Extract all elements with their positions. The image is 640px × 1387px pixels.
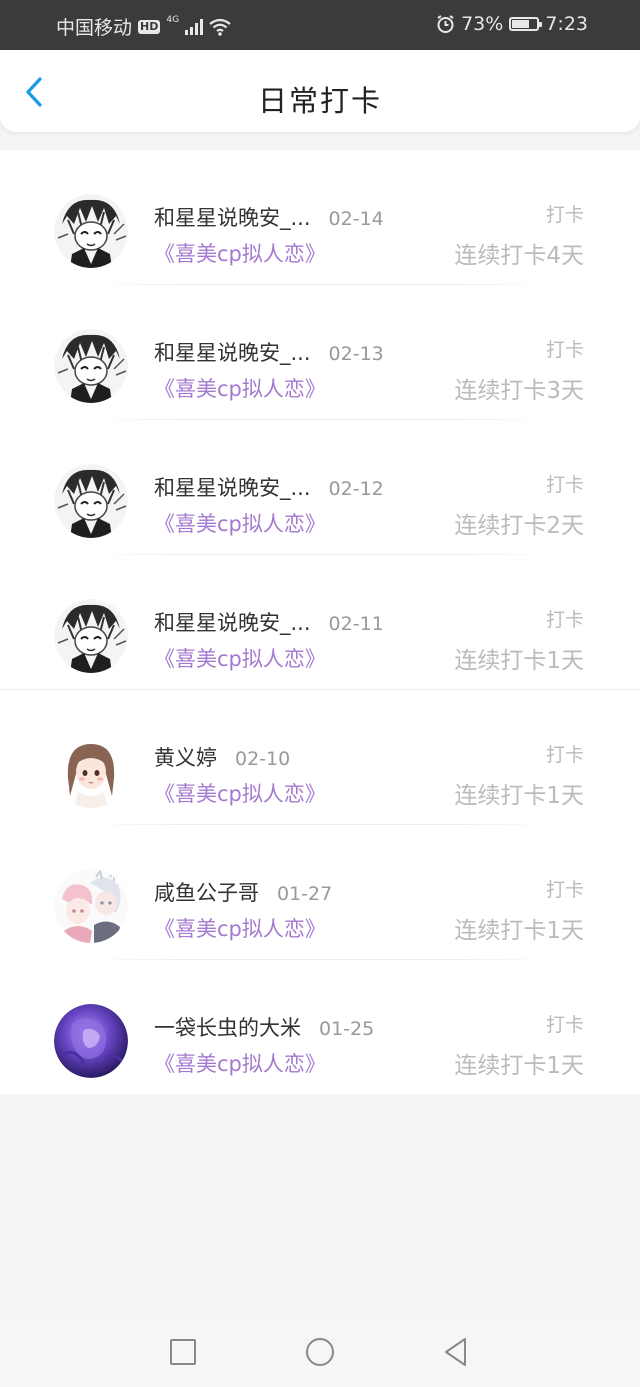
- checkin-date: 02-14: [328, 208, 384, 230]
- system-back-button[interactable]: [440, 1336, 472, 1368]
- user-avatar[interactable]: [54, 599, 128, 673]
- name-line: 和星星说晚安_... 02-12: [154, 472, 384, 502]
- status-right: 73% 7:23: [436, 13, 588, 35]
- system-nav-bar: [0, 1316, 640, 1387]
- back-triangle-icon: [445, 1338, 466, 1366]
- checkin-row[interactable]: 咸鱼公子哥 01-27 《喜美cp拟人恋》 打卡连续打卡1天: [0, 825, 640, 960]
- battery-percent: 73%: [461, 13, 504, 35]
- streak-label: 连续打卡4天: [454, 243, 584, 269]
- name-line: 咸鱼公子哥 01-27: [154, 877, 332, 907]
- name-line: 和星星说晚安_... 02-14: [154, 202, 384, 232]
- checkin-label: 打卡: [545, 744, 584, 766]
- app-header: 日常打卡: [0, 50, 640, 132]
- user-name[interactable]: 一袋长虫的大米: [154, 1012, 301, 1042]
- home-button[interactable]: [304, 1336, 336, 1368]
- user-avatar[interactable]: [54, 194, 128, 268]
- user-name[interactable]: 和星星说晚安_...: [154, 202, 311, 232]
- signal-icon: [185, 18, 204, 35]
- checkin-row[interactable]: 黄义婷 02-10 《喜美cp拟人恋》 打卡连续打卡1天: [0, 690, 640, 825]
- checkin-row[interactable]: 一袋长虫的大米 01-25 《喜美cp拟人恋》 打卡连续打卡1天: [0, 960, 640, 1095]
- checkin-date: 01-27: [277, 883, 333, 905]
- name-line: 一袋长虫的大米 01-25: [154, 1012, 374, 1042]
- streak-label: 连续打卡1天: [454, 1053, 584, 1079]
- user-avatar[interactable]: [54, 869, 128, 943]
- streak-label: 连续打卡1天: [454, 783, 584, 809]
- user-avatar[interactable]: [54, 329, 128, 403]
- group-link[interactable]: 《喜美cp拟人恋》: [154, 238, 326, 268]
- recent-apps-icon: [170, 1339, 196, 1365]
- alarm-icon: [437, 14, 454, 33]
- recent-apps-button[interactable]: [167, 1336, 199, 1368]
- battery-nub: [539, 22, 543, 27]
- name-line: 和星星说晚安_... 02-11: [154, 607, 384, 637]
- name-line: 黄义婷 02-10: [154, 742, 290, 772]
- name-line: 和星星说晚安_... 02-13: [154, 337, 384, 367]
- home-icon: [306, 1338, 334, 1366]
- user-avatar[interactable]: [54, 464, 128, 538]
- battery-icon: [509, 17, 543, 31]
- user-avatar[interactable]: [54, 734, 128, 808]
- checkin-label: 打卡: [545, 879, 584, 901]
- group-link[interactable]: 《喜美cp拟人恋》: [154, 1048, 326, 1078]
- wifi-icon: [209, 18, 231, 36]
- checkin-date: 02-11: [328, 613, 384, 635]
- group-link[interactable]: 《喜美cp拟人恋》: [154, 373, 326, 403]
- checkin-row[interactable]: 和星星说晚安_... 02-14 《喜美cp拟人恋》 打卡 连续打卡4天: [0, 150, 640, 285]
- user-name[interactable]: 咸鱼公子哥: [154, 877, 259, 907]
- checkin-label: 打卡: [545, 609, 584, 631]
- checkin-list: 和星星说晚安_... 02-14 《喜美cp拟人恋》 打卡 连续打卡4天 和星星说晚安_.…: [0, 150, 640, 1094]
- clock-time: 7:23: [545, 13, 588, 35]
- group-link[interactable]: 《喜美cp拟人恋》: [154, 643, 326, 673]
- streak-label: 连续打卡2天: [454, 513, 584, 539]
- user-name[interactable]: 和星星说晚安_...: [154, 337, 311, 367]
- checkin-row[interactable]: 和星星说晚安_... 02-11 《喜美cp拟人恋》 打卡 连续打卡1天: [0, 555, 640, 690]
- checkin-row[interactable]: 和星星说晚安_... 02-12 《喜美cp拟人恋》 打卡 连续打卡2天: [0, 420, 640, 555]
- checkin-date: 02-10: [235, 748, 291, 770]
- hd-badge: HD: [138, 19, 161, 34]
- network-type-label: 4G: [166, 14, 180, 25]
- carrier-label: 中国移动: [56, 17, 133, 39]
- group-link[interactable]: 《喜美cp拟人恋》: [154, 913, 326, 943]
- checkin-label: 打卡: [545, 1014, 584, 1036]
- streak-label: 连续打卡1天: [454, 648, 584, 674]
- checkin-date: 02-13: [328, 343, 384, 365]
- status-bar: 中国移动 HD 4G 73% 7:23: [0, 0, 640, 50]
- checkin-row[interactable]: 和星星说晚安_... 02-13 《喜美cp拟人恋》 打卡 连续打卡3天: [0, 285, 640, 420]
- group-link[interactable]: 《喜美cp拟人恋》: [154, 508, 326, 538]
- checkin-label: 打卡: [545, 339, 584, 361]
- checkin-date: 02-12: [328, 478, 384, 500]
- streak-label: 连续打卡1天: [454, 918, 584, 944]
- user-name[interactable]: 和星星说晚安_...: [154, 472, 311, 502]
- status-left: 中国移动 HD 4G: [56, 13, 231, 40]
- checkin-label: 打卡: [545, 204, 584, 226]
- streak-label: 连续打卡3天: [454, 378, 584, 404]
- page-title: 日常打卡: [257, 84, 382, 118]
- checkin-date: 01-25: [319, 1018, 375, 1040]
- battery-fill: [512, 20, 530, 28]
- user-name[interactable]: 黄义婷: [154, 742, 217, 772]
- user-avatar[interactable]: [54, 1004, 128, 1078]
- user-name[interactable]: 和星星说晚安_...: [154, 607, 311, 637]
- group-link[interactable]: 《喜美cp拟人恋》: [154, 778, 326, 808]
- checkin-label: 打卡: [545, 474, 584, 496]
